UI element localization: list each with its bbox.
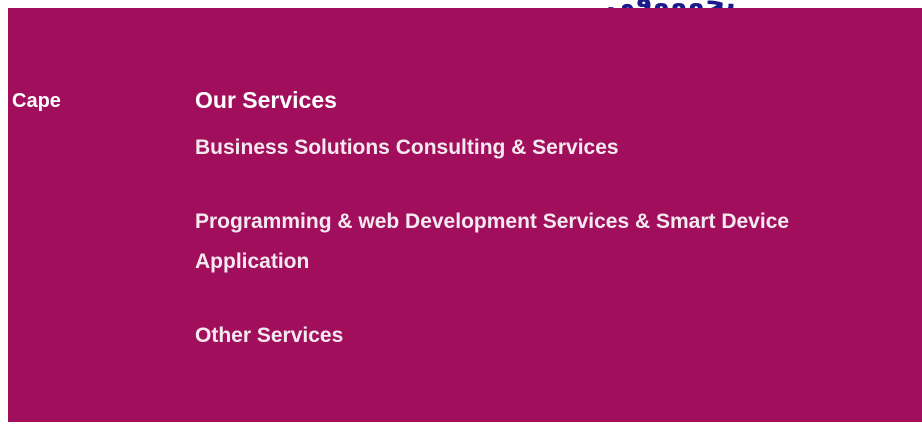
- bottom-strip: [0, 422, 922, 430]
- service-link-business-solutions[interactable]: Business Solutions Consulting & Services: [195, 128, 895, 168]
- footer-services-panel: Cape Our Services Business Solutions Con…: [8, 8, 922, 422]
- service-link-other-services[interactable]: Other Services: [195, 316, 895, 356]
- services-section: Our Services Business Solutions Consulti…: [195, 86, 895, 356]
- list-item: Other Services: [195, 316, 895, 356]
- services-heading: Our Services: [195, 87, 337, 113]
- page: يجوووقي Cape Our Services Business Solut…: [0, 0, 922, 430]
- left-column-label[interactable]: Cape: [12, 90, 61, 113]
- top-strip: يجوووقي: [0, 0, 922, 8]
- service-link-programming-web-development[interactable]: Programming & web Development Services &…: [195, 202, 875, 282]
- list-item: Programming & web Development Services &…: [195, 202, 895, 282]
- cutoff-text: يجوووقي: [606, 0, 736, 8]
- service-list: Business Solutions Consulting & Services…: [195, 128, 895, 356]
- list-item: Business Solutions Consulting & Services: [195, 128, 895, 168]
